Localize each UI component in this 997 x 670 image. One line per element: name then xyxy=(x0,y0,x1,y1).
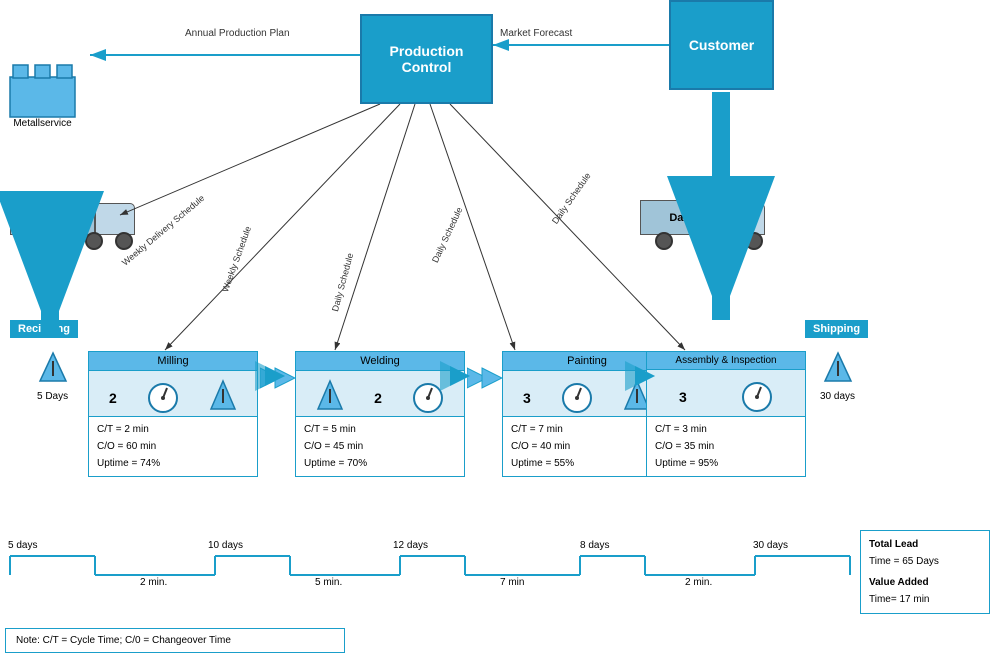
receiving-days: 5 Days xyxy=(37,391,68,402)
weekly-label: Weekly xyxy=(34,212,72,224)
daily-truck: Daily xyxy=(640,195,780,245)
daily-label: Daily xyxy=(669,212,695,224)
welding-info: C/T = 5 min C/O = 45 min Uptime = 70% xyxy=(295,416,465,477)
milling-operators: 2 xyxy=(109,390,117,406)
summary-box: Total Lead Time = 65 Days Value Added Ti… xyxy=(860,530,990,614)
timeline-time-2: 5 min. xyxy=(315,577,342,588)
shipping-triangle: 30 days xyxy=(820,351,855,402)
daily-schedule-label-2: Daily Schedule xyxy=(430,206,464,265)
metallservice-label: Metallservice xyxy=(5,118,80,129)
value-added-label: Value Added xyxy=(869,574,981,591)
welding-header: Welding xyxy=(295,351,465,370)
timeline-time-1: 2 min. xyxy=(140,577,167,588)
value-added-value: Time= 17 min xyxy=(869,591,981,608)
push-arrow-1 xyxy=(260,363,295,396)
timeline-days-5: 30 days xyxy=(753,540,788,551)
customer-box: Customer xyxy=(669,0,774,90)
receiving-triangle: 5 Days xyxy=(37,351,68,402)
market-forecast-label: Market Forecast xyxy=(500,28,572,39)
receiving-label: Recieving xyxy=(10,320,78,338)
timeline-days-4: 8 days xyxy=(580,540,609,551)
milling-info: C/T = 2 min C/O = 60 min Uptime = 74% xyxy=(88,416,258,477)
timeline-time-3: 7 min xyxy=(500,577,524,588)
milling-process: Milling 2 xyxy=(88,351,258,425)
production-control-label: ProductionControl xyxy=(390,43,464,75)
daily-schedule-label-1: Daily Schedule xyxy=(330,252,355,313)
annual-plan-label: Annual Production Plan xyxy=(185,28,290,39)
production-control-box: ProductionControl xyxy=(360,14,493,104)
timeline-days-2: 10 days xyxy=(208,540,243,551)
customer-label: Customer xyxy=(689,37,754,53)
daily-schedule-label-3: Daily Schedule xyxy=(550,171,593,226)
total-lead-label: Total Lead xyxy=(869,536,981,553)
shipping-days: 30 days xyxy=(820,391,855,402)
shipping-label: Shipping xyxy=(805,320,868,338)
milling-header: Milling xyxy=(88,351,258,370)
push-arrow-2 xyxy=(467,363,502,396)
welding-operators: 2 xyxy=(374,390,382,406)
assembly-header: Assembly & Inspection xyxy=(646,351,806,369)
note-box: Note: C/T = Cycle Time; C/0 = Changeover… xyxy=(5,628,345,653)
timeline-time-4: 2 min. xyxy=(685,577,712,588)
assembly-process: Assembly & Inspection 3 xyxy=(646,351,806,424)
timeline-days-1: 5 days xyxy=(8,540,37,551)
painting-operators: 3 xyxy=(523,390,531,406)
total-lead-value: Time = 65 Days xyxy=(869,553,981,570)
timeline-days-3: 12 days xyxy=(393,540,428,551)
assembly-operators: 3 xyxy=(679,389,687,405)
assembly-info: C/T = 3 min C/O = 35 min Uptime = 95% xyxy=(646,416,806,477)
weekly-truck: Weekly xyxy=(10,195,150,245)
weekly-schedule-label: Weekly Schedule xyxy=(220,225,253,294)
welding-process: Welding 2 xyxy=(295,351,465,425)
metallservice-factory: Metallservice xyxy=(5,55,80,120)
